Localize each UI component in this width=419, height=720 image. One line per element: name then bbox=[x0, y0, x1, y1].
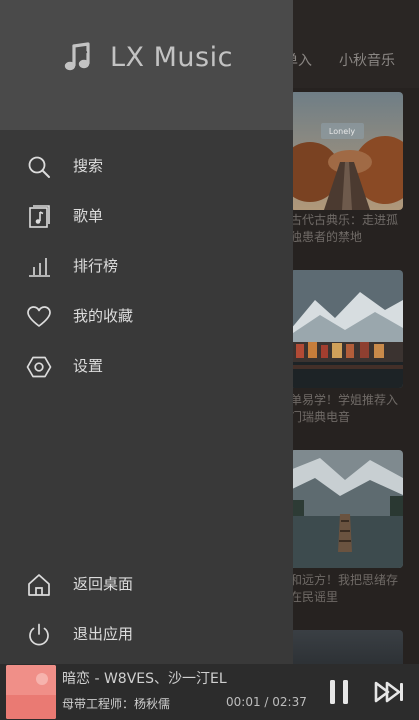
menu-item-search[interactable]: 搜索 bbox=[0, 142, 293, 190]
menu-item-label: 我的收藏 bbox=[73, 307, 134, 325]
next-track-icon[interactable] bbox=[372, 677, 406, 707]
playlist-card-title[interactable]: 单易学！学姐推荐入门瑞典电音 bbox=[290, 392, 408, 426]
album-cover[interactable] bbox=[6, 665, 56, 719]
search-icon bbox=[28, 156, 50, 178]
power-icon bbox=[29, 623, 49, 646]
playlist-card-cover[interactable] bbox=[290, 270, 403, 388]
song-subtitle: 母带工程师：杨秋儒 bbox=[62, 697, 171, 711]
player-bar[interactable]: 暗恋 - W8VES、沙一汀EL 母带工程师：杨秋儒 00:01 / 02:37 bbox=[0, 664, 419, 720]
menu-item-settings[interactable]: 设置 bbox=[0, 342, 293, 390]
home-icon bbox=[28, 574, 50, 596]
settings-icon bbox=[26, 356, 52, 378]
app-title: LX Music bbox=[110, 42, 233, 73]
menu-item-leaderboard[interactable]: 排行榜 bbox=[0, 242, 293, 290]
menu-item-label: 返回桌面 bbox=[73, 575, 134, 593]
app-logo-icon bbox=[64, 42, 90, 71]
pause-icon[interactable] bbox=[324, 677, 354, 707]
menu-item-favorites[interactable]: 我的收藏 bbox=[0, 292, 293, 340]
drawer-header: LX Music bbox=[0, 0, 293, 130]
menu-item-label: 退出应用 bbox=[73, 625, 134, 643]
navigation-drawer: LX Music 搜索 歌单 排行榜 我的收藏 设置 返回桌面 退出应用 bbox=[0, 0, 293, 664]
menu-item-home[interactable]: 返回桌面 bbox=[0, 560, 293, 608]
card-cover-text: Lonely bbox=[329, 127, 355, 136]
playback-time: 00:01 / 02:37 bbox=[226, 695, 307, 709]
playlist-card-cover[interactable]: Lonely bbox=[290, 92, 403, 210]
leaderboard-icon bbox=[29, 258, 50, 277]
menu-item-label: 搜索 bbox=[73, 157, 104, 175]
menu-item-songlist[interactable]: 歌单 bbox=[0, 192, 293, 240]
song-title[interactable]: 暗恋 - W8VES、沙一汀EL bbox=[62, 668, 227, 688]
heart-icon bbox=[27, 306, 51, 327]
playlist-card-title[interactable]: 古代古典乐：走进孤独患者的禁地 bbox=[290, 212, 408, 246]
tab-source-2[interactable]: 小秋音乐 bbox=[339, 50, 395, 70]
playlist-card-title[interactable]: 和远方！我把思绪存在民谣里 bbox=[290, 572, 408, 606]
playlist-card-cover[interactable] bbox=[290, 450, 403, 568]
menu-item-label: 设置 bbox=[73, 357, 104, 375]
menu-item-label: 歌单 bbox=[73, 207, 104, 225]
menu-item-label: 排行榜 bbox=[73, 257, 119, 275]
songlist-icon bbox=[29, 205, 50, 228]
menu-item-exit[interactable]: 退出应用 bbox=[0, 610, 293, 658]
